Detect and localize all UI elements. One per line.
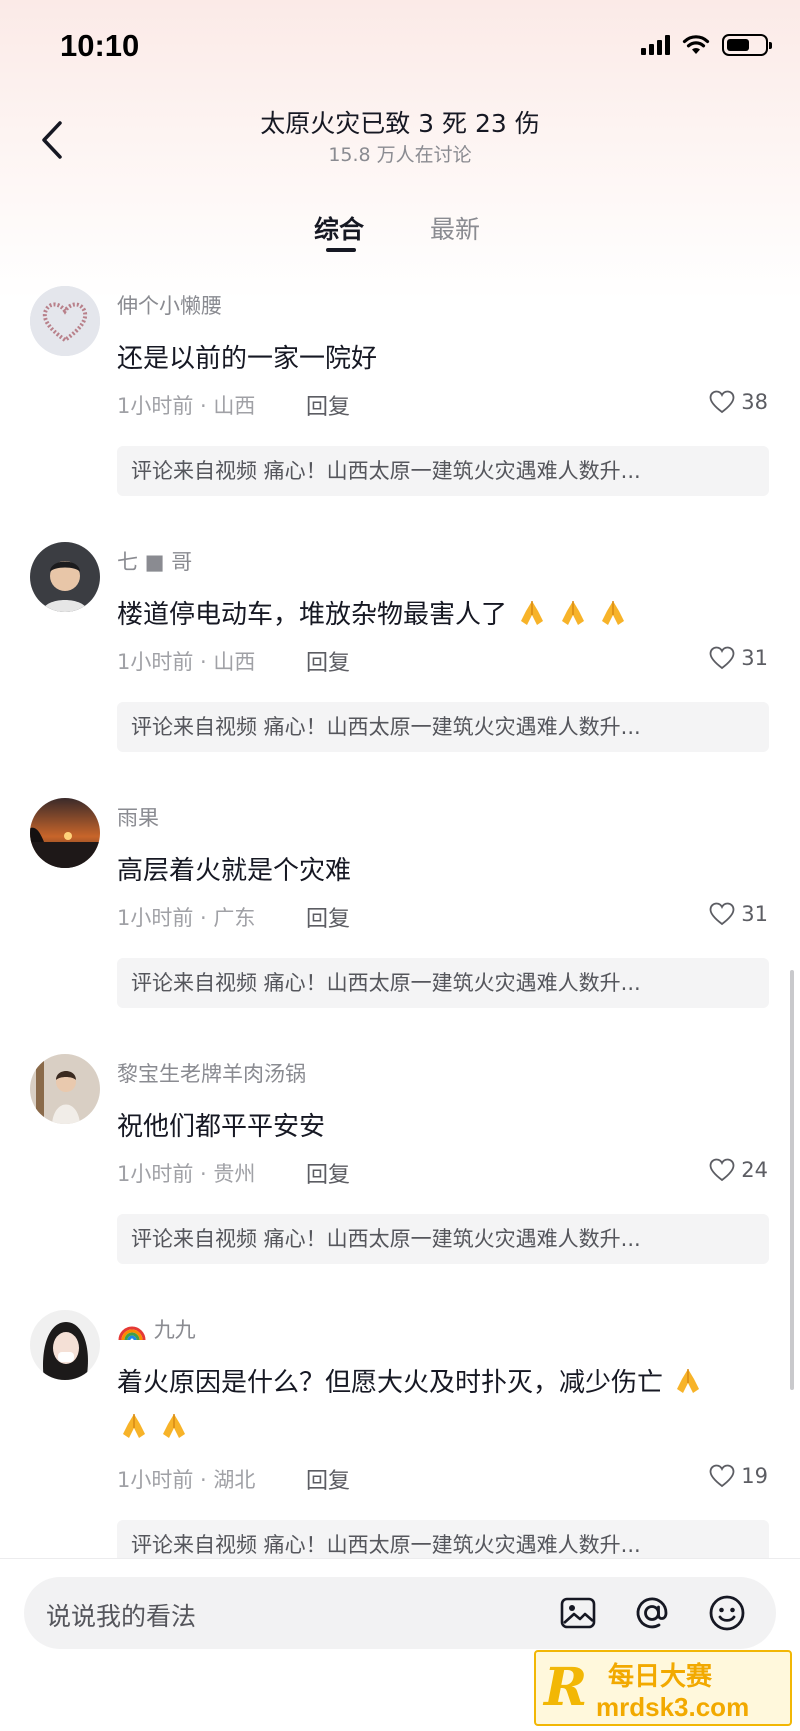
watermark-url: mrdsk3.com bbox=[596, 1692, 750, 1722]
image-icon bbox=[560, 1597, 596, 1629]
avatar[interactable] bbox=[30, 1054, 100, 1124]
praying-hands-icon bbox=[561, 601, 584, 625]
praying-hands-icon bbox=[521, 601, 544, 625]
heart-icon bbox=[709, 1158, 735, 1182]
like-button[interactable]: 24 bbox=[709, 1158, 768, 1182]
avatar[interactable] bbox=[30, 542, 100, 612]
page-title: 太原火灾已致 3 死 23 伤 bbox=[260, 109, 540, 138]
wifi-icon bbox=[682, 35, 710, 54]
avatar[interactable] bbox=[30, 798, 100, 868]
like-count: 24 bbox=[741, 1158, 768, 1182]
reply-button[interactable]: 回复 bbox=[306, 901, 350, 933]
emoji-smile-icon bbox=[709, 1595, 745, 1631]
status-time: 10:10 bbox=[60, 28, 140, 63]
like-count: 19 bbox=[741, 1464, 768, 1488]
watermark-title: 每日大赛 bbox=[608, 1662, 713, 1692]
praying-hands-icon bbox=[163, 1414, 186, 1438]
sunset-image bbox=[30, 798, 100, 868]
battery-icon bbox=[722, 34, 772, 56]
praying-hands-icon bbox=[123, 1414, 145, 1438]
comment-text: 还是以前的一家一院好 bbox=[117, 344, 378, 374]
video-source-link[interactable]: 评论来自视频 痛心！山西太原一建筑火灾遇难人数升... bbox=[117, 446, 769, 496]
like-button[interactable]: 38 bbox=[709, 390, 768, 414]
like-button[interactable]: 31 bbox=[709, 902, 768, 926]
discussion-count: 15.8 万人在讨论 bbox=[328, 144, 472, 166]
heart-wreath-image bbox=[30, 286, 100, 356]
emoji-button[interactable] bbox=[707, 1593, 747, 1633]
comment-input-placeholder: 说说我的看法 bbox=[46, 1602, 197, 1631]
reply-button[interactable]: 回复 bbox=[306, 1463, 350, 1495]
image-button[interactable] bbox=[558, 1593, 598, 1633]
heart-icon bbox=[709, 1464, 735, 1488]
comment-meta: 1小时前 · 贵州 bbox=[117, 1162, 256, 1186]
reply-button[interactable]: 回复 bbox=[306, 1157, 350, 1189]
comment-text: 楼道停电动车，堆放杂物最害人了 bbox=[117, 594, 628, 631]
watermark: R 每日大赛 mrdsk3.com bbox=[534, 1650, 792, 1726]
tab-latest[interactable]: 最新 bbox=[430, 210, 480, 246]
tab-bar: 综合 最新 bbox=[0, 206, 800, 256]
comment-meta: 1小时前 · 山西 bbox=[117, 394, 256, 418]
reply-button[interactable]: 回复 bbox=[306, 389, 350, 421]
video-source-link[interactable]: 评论来自视频 痛心！山西太原一建筑火灾遇难人数升... bbox=[117, 702, 769, 752]
video-source-link[interactable]: 评论来自视频 痛心！山西太原一建筑火灾遇难人数升... bbox=[117, 1214, 769, 1264]
rainbow-icon bbox=[118, 1326, 146, 1341]
like-button[interactable]: 19 bbox=[709, 1464, 768, 1488]
comment-username[interactable]: 九九 bbox=[117, 1314, 196, 1344]
like-count: 31 bbox=[741, 902, 768, 926]
tab-comprehensive[interactable]: 综合 bbox=[314, 210, 364, 246]
header: 太原火灾已致 3 死 23 伤 15.8 万人在讨论 bbox=[0, 96, 800, 196]
avatar[interactable] bbox=[30, 286, 100, 356]
at-icon bbox=[636, 1597, 668, 1629]
like-count: 38 bbox=[741, 390, 768, 414]
scrollbar[interactable] bbox=[790, 970, 794, 1390]
status-icons bbox=[641, 34, 772, 56]
like-count: 31 bbox=[741, 646, 768, 670]
comment-text: 着火原因是什么？但愿大火及时扑灭，减少伤亡 bbox=[117, 1362, 703, 1399]
comment-username[interactable]: 黎宝生老牌羊肉汤锅 bbox=[117, 1058, 306, 1088]
user-photo-image bbox=[30, 1054, 100, 1124]
avatar[interactable] bbox=[30, 1310, 100, 1380]
comment-username[interactable]: 雨果 bbox=[117, 802, 159, 832]
heart-icon bbox=[709, 390, 735, 414]
status-bar: 10:10 bbox=[0, 0, 800, 96]
comment-meta: 1小时前 · 山西 bbox=[117, 650, 256, 674]
praying-hands-icon bbox=[677, 1369, 700, 1393]
comment-meta: 1小时前 · 广东 bbox=[117, 906, 256, 930]
user-photo-image bbox=[30, 1310, 100, 1380]
reply-button[interactable]: 回复 bbox=[306, 645, 350, 677]
heart-icon bbox=[709, 902, 735, 926]
praying-hands-icon bbox=[601, 601, 624, 625]
comment-input[interactable]: 说说我的看法 bbox=[24, 1577, 776, 1649]
comment-text: 祝他们都平平安安 bbox=[117, 1112, 326, 1142]
video-source-link[interactable]: 评论来自视频 痛心！山西太原一建筑火灾遇难人数升... bbox=[117, 958, 769, 1008]
heart-icon bbox=[709, 646, 735, 670]
comment-text: 高层着火就是个灾难 bbox=[117, 856, 352, 886]
comment-text-emoji-line bbox=[117, 1410, 189, 1443]
cellular-signal-icon bbox=[641, 35, 670, 55]
comment-username[interactable]: 七 ■ 哥 bbox=[117, 546, 192, 576]
tab-active-indicator bbox=[326, 248, 356, 252]
comment-username[interactable]: 伸个小懒腰 bbox=[117, 290, 222, 320]
like-button[interactable]: 31 bbox=[709, 646, 768, 670]
watermark-logo: R bbox=[544, 1657, 588, 1718]
mention-button[interactable] bbox=[632, 1593, 672, 1633]
comment-meta: 1小时前 · 湖北 bbox=[117, 1468, 256, 1492]
user-photo-image bbox=[30, 542, 100, 612]
